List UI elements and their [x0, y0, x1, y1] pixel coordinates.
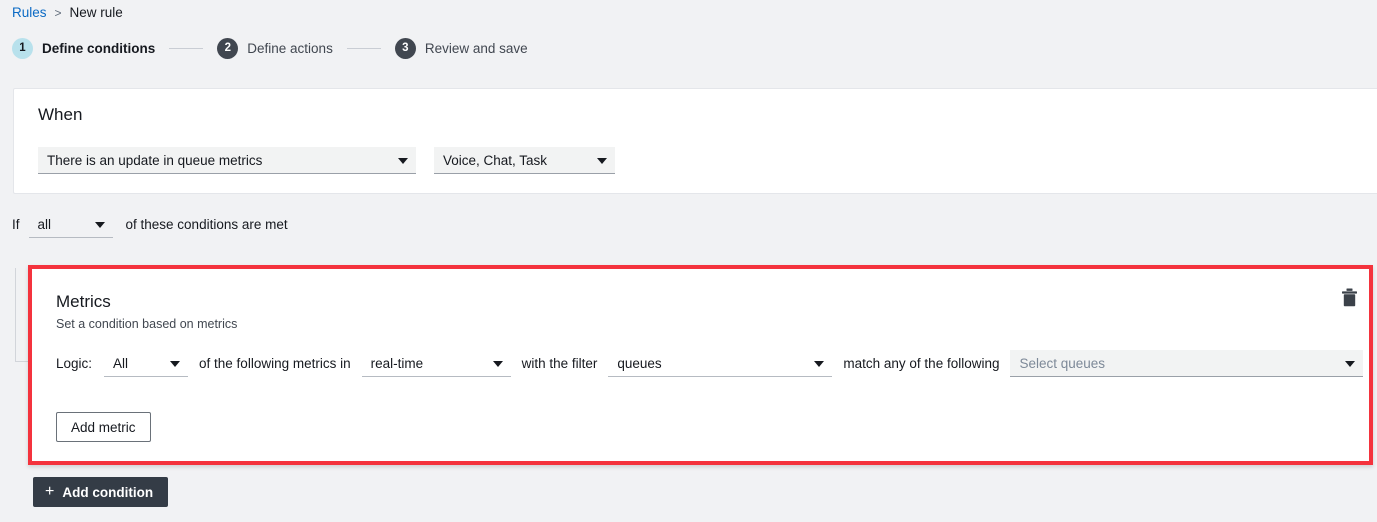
chevron-down-icon: [398, 158, 408, 164]
queues-multiselect-placeholder: Select queues: [1019, 356, 1105, 371]
step-number-badge-3: 3: [395, 38, 416, 59]
logic-operator-value: All: [113, 356, 128, 371]
if-suffix-label: of these conditions are met: [126, 217, 288, 232]
when-channel-select-value: Voice, Chat, Task: [443, 153, 547, 168]
when-event-select[interactable]: There is an update in queue metrics: [38, 147, 416, 174]
text-after-interval: with the filter: [522, 356, 598, 371]
logic-label: Logic:: [56, 356, 92, 371]
step-connector-1: [169, 48, 203, 49]
chevron-down-icon: [493, 361, 503, 367]
text-after-logic: of the following metrics in: [199, 356, 351, 371]
metrics-condition-highlight: Metrics Set a condition based on metrics…: [28, 265, 1373, 465]
metrics-filter-value: queues: [617, 356, 661, 371]
wizard-step-review-and-save[interactable]: 3 Review and save: [395, 38, 528, 59]
step-label-define-conditions: Define conditions: [42, 41, 155, 56]
delete-condition-button[interactable]: [1335, 285, 1363, 313]
step-number-badge-2: 2: [217, 38, 238, 59]
breadcrumb: Rules > New rule: [12, 5, 123, 20]
logic-operator-select[interactable]: All: [104, 350, 188, 377]
chevron-down-icon: [1345, 361, 1355, 367]
wizard-step-define-actions[interactable]: 2 Define actions: [217, 38, 333, 59]
chevron-down-icon: [814, 361, 824, 367]
step-connector-2: [347, 48, 381, 49]
metrics-logic-row: Logic: All of the following metrics in r…: [56, 350, 1363, 377]
if-prefix-label: If: [12, 217, 20, 232]
step-number-badge-1: 1: [12, 38, 33, 59]
if-conditions-row: If all of these conditions are met: [12, 211, 288, 238]
add-condition-button[interactable]: + Add condition: [33, 477, 168, 507]
when-controls-row: There is an update in queue metrics Voic…: [38, 147, 615, 174]
if-match-type-value: all: [38, 217, 52, 232]
metrics-condition-panel: Metrics Set a condition based on metrics…: [32, 269, 1369, 461]
text-after-filter: match any of the following: [843, 356, 999, 371]
metrics-condition-title: Metrics: [56, 292, 1345, 312]
breadcrumb-separator-icon: >: [55, 6, 62, 20]
chevron-down-icon: [170, 361, 180, 367]
when-channel-select[interactable]: Voice, Chat, Task: [434, 147, 615, 174]
when-title: When: [38, 105, 82, 125]
add-metric-button[interactable]: Add metric: [56, 412, 151, 442]
plus-icon: +: [45, 484, 54, 500]
trash-icon: [1341, 288, 1358, 310]
metrics-condition-subtitle: Set a condition based on metrics: [56, 317, 1345, 331]
metrics-interval-value: real-time: [371, 356, 424, 371]
add-condition-label: Add condition: [62, 485, 153, 500]
rule-builder-page: Rules > New rule 1 Define conditions 2 D…: [0, 0, 1377, 522]
chevron-down-icon: [95, 222, 105, 228]
when-event-select-value: There is an update in queue metrics: [47, 153, 262, 168]
queues-multiselect[interactable]: Select queues: [1010, 350, 1363, 377]
metrics-interval-select[interactable]: real-time: [362, 350, 511, 377]
wizard-step-define-conditions[interactable]: 1 Define conditions: [12, 38, 155, 59]
when-card: When There is an update in queue metrics…: [13, 88, 1377, 194]
step-label-review-and-save: Review and save: [425, 41, 528, 56]
breadcrumb-current-new-rule: New rule: [70, 5, 123, 20]
step-label-define-actions: Define actions: [247, 41, 333, 56]
wizard-step-indicator: 1 Define conditions 2 Define actions 3 R…: [12, 38, 528, 59]
metrics-filter-select[interactable]: queues: [608, 350, 832, 377]
chevron-down-icon: [597, 158, 607, 164]
if-match-type-select[interactable]: all: [29, 211, 113, 238]
breadcrumb-link-rules[interactable]: Rules: [12, 5, 47, 20]
